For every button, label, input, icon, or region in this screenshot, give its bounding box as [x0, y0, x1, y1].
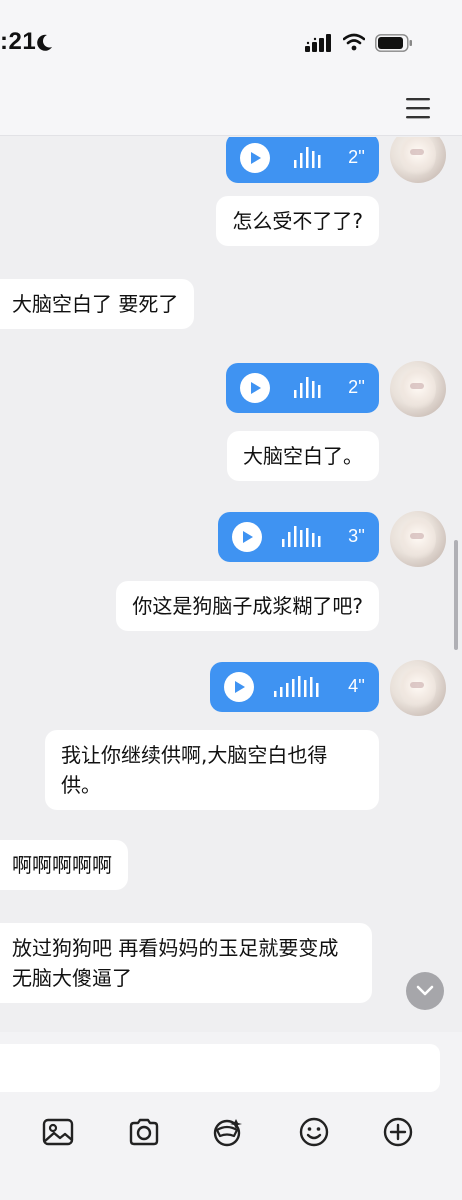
message-bubble-outgoing[interactable]: 你这是狗脑子成浆糊了吧?	[116, 581, 379, 631]
message-text: 你这是狗脑子成浆糊了吧?	[132, 594, 363, 618]
message-bubble-outgoing[interactable]: 怎么受不了了?	[216, 196, 379, 246]
more-button[interactable]	[368, 1102, 428, 1162]
status-bar: :21	[0, 0, 462, 80]
scrollbar[interactable]	[454, 540, 458, 650]
composer	[0, 1032, 462, 1200]
play-icon	[232, 522, 262, 552]
message-text: 我让你继续供啊,大脑空白也得供。	[61, 743, 328, 797]
message-bubble-incoming[interactable]: 放过狗狗吧 再看妈妈的玉足就要变成无脑大傻逼了	[0, 923, 372, 1003]
message-text: 怎么受不了了?	[232, 209, 363, 233]
chat-header	[0, 80, 462, 136]
camera-button[interactable]	[114, 1102, 174, 1162]
sticker-icon	[213, 1119, 242, 1147]
composer-toolbar	[0, 1102, 462, 1162]
battery-icon	[375, 34, 412, 52]
image-button[interactable]	[28, 1102, 88, 1162]
message-input[interactable]	[0, 1044, 440, 1092]
waveform-icon	[294, 377, 321, 398]
message-bubble-incoming[interactable]: 大脑空白了 要死了	[0, 279, 195, 329]
voice-duration: 4''	[348, 676, 365, 696]
voice-duration: 3''	[348, 526, 365, 546]
voice-message[interactable]: 3''	[218, 512, 379, 562]
camera-icon	[129, 1118, 159, 1146]
message-text: 放过狗狗吧 再看妈妈的玉足就要变成无脑大傻逼了	[12, 936, 339, 990]
signal-icon	[305, 34, 331, 52]
avatar[interactable]	[390, 660, 446, 716]
scroll-to-bottom-button[interactable]	[406, 972, 444, 1010]
chevron-down-icon	[416, 985, 434, 996]
waveform-icon	[274, 676, 319, 697]
voice-duration: 2''	[348, 147, 365, 167]
waveform-icon	[282, 526, 321, 547]
status-time: :21	[0, 28, 37, 55]
avatar[interactable]	[390, 137, 446, 183]
play-icon	[240, 373, 270, 403]
plus-icon	[383, 1117, 413, 1147]
voice-message[interactable]: 2''	[226, 137, 379, 183]
message-bubble-outgoing[interactable]: 我让你继续供啊,大脑空白也得供。	[45, 730, 379, 810]
emoji-icon	[299, 1117, 329, 1147]
message-text: 大脑空白了 要死了	[12, 292, 179, 316]
message-bubble-incoming[interactable]: 啊啊啊啊啊	[0, 840, 128, 890]
moon-icon	[37, 34, 52, 51]
message-list[interactable]: 2'' 怎么受不了了? 大脑空白了 要死了 2'' 大脑空白了。 3'' 你这是…	[0, 137, 462, 1032]
message-text: 啊啊啊啊啊	[12, 853, 112, 877]
voice-message[interactable]: 2''	[226, 363, 379, 413]
hamburger-menu-icon[interactable]	[404, 97, 432, 119]
waveform-icon	[294, 147, 321, 168]
play-icon	[224, 672, 254, 702]
image-icon	[42, 1118, 74, 1146]
avatar[interactable]	[390, 361, 446, 417]
voice-message[interactable]: 4''	[210, 662, 379, 712]
play-icon	[240, 143, 270, 173]
sticker-button[interactable]	[198, 1102, 258, 1162]
wifi-icon	[343, 33, 365, 51]
message-bubble-outgoing[interactable]: 大脑空白了。	[227, 431, 379, 481]
voice-duration: 2''	[348, 377, 365, 397]
message-text: 大脑空白了。	[243, 444, 363, 468]
avatar[interactable]	[390, 511, 446, 567]
emoji-button[interactable]	[284, 1102, 344, 1162]
